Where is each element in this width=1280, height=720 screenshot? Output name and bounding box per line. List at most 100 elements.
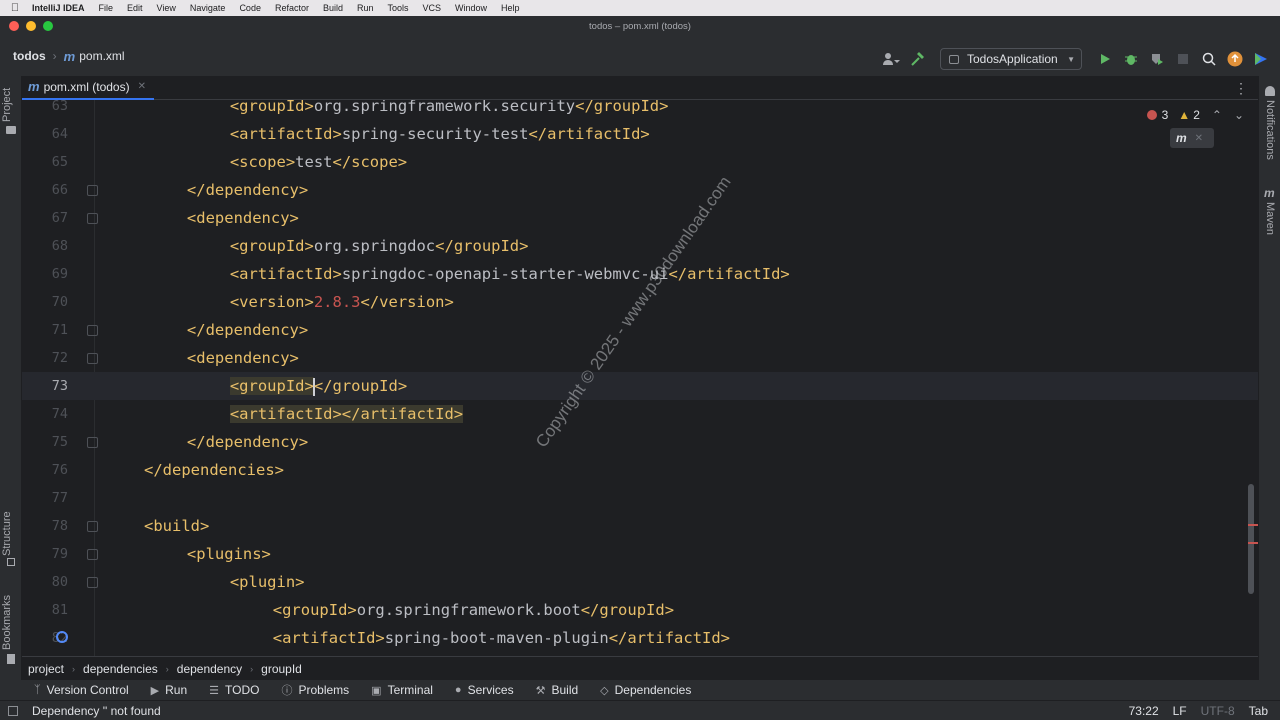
line-number[interactable]: 67: [22, 204, 68, 232]
code-line[interactable]: 76 </dependencies>: [22, 456, 1258, 484]
version-control-tool-button[interactable]: ᛉ Version Control: [34, 683, 129, 697]
line-number[interactable]: 79: [22, 540, 68, 568]
zoom-window-button[interactable]: [43, 21, 53, 31]
code-line[interactable]: 77: [22, 484, 1258, 512]
more-options-icon[interactable]: ⋮: [1234, 80, 1248, 97]
fold-marker-icon[interactable]: [87, 213, 98, 224]
close-tab-icon[interactable]: ✕: [138, 81, 146, 92]
tab-pom-xml[interactable]: m pom.xml (todos) ✕: [22, 76, 154, 100]
code-line[interactable]: 66 </dependency>: [22, 176, 1258, 204]
menu-help[interactable]: Help: [501, 3, 520, 13]
problems-tool-button[interactable]: ⓘ Problems: [281, 682, 349, 698]
search-icon[interactable]: [1198, 48, 1220, 70]
fold-marker-icon[interactable]: [87, 549, 98, 560]
close-window-button[interactable]: [9, 21, 19, 31]
next-highlight-icon[interactable]: ⌄: [1234, 108, 1244, 122]
fold-marker-icon[interactable]: [87, 521, 98, 532]
minimize-window-button[interactable]: [26, 21, 36, 31]
code-line[interactable]: 80 <plugin>: [22, 568, 1258, 596]
code-line[interactable]: 81 <groupId>org.springframework.boot</gro…: [22, 596, 1258, 624]
line-separator[interactable]: LF: [1173, 704, 1187, 718]
menu-navigate[interactable]: Navigate: [190, 3, 226, 13]
code-line[interactable]: 65 <scope>test</scope>: [22, 148, 1258, 176]
code-line[interactable]: 79 <plugins>: [22, 540, 1258, 568]
line-number[interactable]: 75: [22, 428, 68, 456]
code-editor[interactable]: 63 <groupId>org.springframework.security<…: [22, 100, 1258, 656]
menu-file[interactable]: File: [99, 3, 114, 13]
close-icon[interactable]: ✕: [1195, 133, 1203, 144]
inspection-widget[interactable]: 3 ▲ 2 ⌃ ⌄: [1146, 108, 1244, 122]
fold-marker-icon[interactable]: [87, 325, 98, 336]
line-number[interactable]: 73: [22, 372, 68, 400]
debug-icon[interactable]: [1120, 48, 1142, 70]
breadcrumb-item[interactable]: dependencies: [83, 662, 158, 676]
notifications-tool-button[interactable]: Notifications: [1259, 84, 1280, 174]
line-number[interactable]: 65: [22, 148, 68, 176]
structure-tool-button[interactable]: Structure: [0, 504, 22, 570]
project-name[interactable]: todos: [13, 49, 46, 63]
error-stripe-mark[interactable]: [1248, 524, 1258, 526]
line-number[interactable]: 68: [22, 232, 68, 260]
menu-app[interactable]: IntelliJ IDEA: [32, 3, 85, 13]
menu-vcs[interactable]: VCS: [423, 3, 442, 13]
todo-tool-button[interactable]: ☰ TODO: [209, 683, 259, 697]
line-number[interactable]: 77: [22, 484, 68, 512]
maven-tool-button[interactable]: m Maven: [1259, 186, 1280, 242]
line-number[interactable]: 81: [22, 596, 68, 624]
coverage-icon[interactable]: [1146, 48, 1168, 70]
menu-tools[interactable]: Tools: [388, 3, 409, 13]
terminal-tool-button[interactable]: ▣ Terminal: [371, 683, 433, 697]
fold-marker-icon[interactable]: [87, 577, 98, 588]
code-line[interactable]: 63 <groupId>org.springframework.security<…: [22, 100, 1258, 120]
project-tool-button[interactable]: Project: [0, 80, 22, 136]
breadcrumb-item[interactable]: dependency: [177, 662, 242, 676]
line-number[interactable]: 76: [22, 456, 68, 484]
tool-windows-toggle-icon[interactable]: [8, 705, 18, 716]
services-tool-button[interactable]: ● Services: [455, 683, 514, 697]
load-maven-changes-button[interactable]: m ✕: [1170, 128, 1214, 148]
dependencies-tool-button[interactable]: ◇ Dependencies: [600, 683, 691, 697]
code-line[interactable]: 75 </dependency>: [22, 428, 1258, 456]
line-number[interactable]: 72: [22, 344, 68, 372]
fold-marker-icon[interactable]: [87, 437, 98, 448]
code-line[interactable]: 73 <groupId></groupId>: [22, 372, 1258, 400]
vertical-scrollbar[interactable]: [1248, 484, 1254, 594]
updates-icon[interactable]: [1224, 48, 1246, 70]
code-line[interactable]: 82 <artifactId>spring-boot-maven-plugin</…: [22, 624, 1258, 652]
run-tool-button[interactable]: ▶ Run: [151, 683, 187, 697]
menu-edit[interactable]: Edit: [127, 3, 143, 13]
stop-icon[interactable]: [1172, 48, 1194, 70]
jetbrains-ai-icon[interactable]: [1250, 48, 1272, 70]
line-number[interactable]: 69: [22, 260, 68, 288]
breadcrumb-item[interactable]: project: [28, 662, 64, 676]
code-line[interactable]: 74 <artifactId></artifactId>: [22, 400, 1258, 428]
line-number[interactable]: 78: [22, 512, 68, 540]
line-number[interactable]: 74: [22, 400, 68, 428]
run-gutter-icon[interactable]: [56, 631, 68, 643]
code-line[interactable]: 78 <build>: [22, 512, 1258, 540]
line-number[interactable]: 70: [22, 288, 68, 316]
run-icon[interactable]: [1094, 48, 1116, 70]
code-line[interactable]: 72 <dependency>: [22, 344, 1258, 372]
fold-marker-icon[interactable]: [87, 353, 98, 364]
caret-position[interactable]: 73:22: [1129, 704, 1159, 718]
user-icon[interactable]: [880, 48, 902, 70]
menu-code[interactable]: Code: [239, 3, 261, 13]
code-line[interactable]: 68 <groupId>org.springdoc</groupId>: [22, 232, 1258, 260]
code-line[interactable]: 67 <dependency>: [22, 204, 1258, 232]
indent-setting[interactable]: Tab: [1249, 704, 1268, 718]
build-hammer-icon[interactable]: [906, 48, 928, 70]
menu-build[interactable]: Build: [323, 3, 343, 13]
build-tool-button[interactable]: ⚒ Build: [536, 683, 579, 697]
fold-marker-icon[interactable]: [87, 185, 98, 196]
menu-view[interactable]: View: [157, 3, 176, 13]
code-line[interactable]: 64 <artifactId>spring-security-test</arti…: [22, 120, 1258, 148]
toolbar-file-name[interactable]: pom.xml: [79, 49, 124, 63]
menu-window[interactable]: Window: [455, 3, 487, 13]
line-number[interactable]: 71: [22, 316, 68, 344]
bookmarks-tool-button[interactable]: Bookmarks: [0, 590, 22, 670]
run-configuration-select[interactable]: TodosApplication ▼: [940, 48, 1082, 70]
line-number[interactable]: 63: [22, 100, 68, 120]
line-number[interactable]: 64: [22, 120, 68, 148]
breadcrumb-item[interactable]: groupId: [261, 662, 302, 676]
